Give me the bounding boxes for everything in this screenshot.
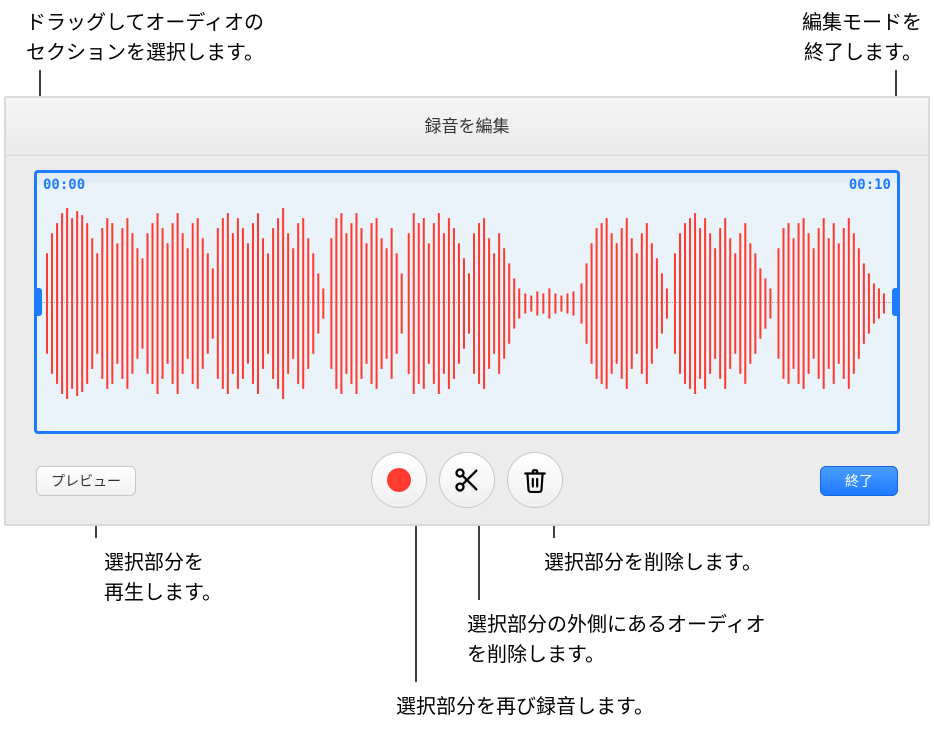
done-button[interactable]: 終了 — [820, 466, 898, 496]
delete-button[interactable] — [507, 452, 563, 508]
record-icon — [386, 467, 412, 493]
window-title: 録音を編集 — [6, 98, 928, 156]
trash-icon — [522, 467, 548, 493]
trim-button[interactable] — [439, 452, 495, 508]
waveform-graphic — [45, 193, 889, 414]
waveform-selection-area[interactable]: 00:00 00:10 — [34, 170, 900, 434]
audio-editor-window: 録音を編集 00:00 00:10 — [4, 96, 930, 526]
scissors-icon — [453, 466, 481, 494]
center-controls — [371, 452, 563, 508]
editor-toolbar: プレビュー — [6, 452, 928, 510]
timestamp-start: 00:00 — [43, 177, 85, 193]
selection-handle-right[interactable] — [892, 288, 900, 316]
preview-button[interactable]: プレビュー — [36, 466, 136, 496]
selection-handle-left[interactable] — [34, 288, 42, 316]
timestamp-end: 00:10 — [849, 177, 891, 193]
record-button[interactable] — [371, 452, 427, 508]
